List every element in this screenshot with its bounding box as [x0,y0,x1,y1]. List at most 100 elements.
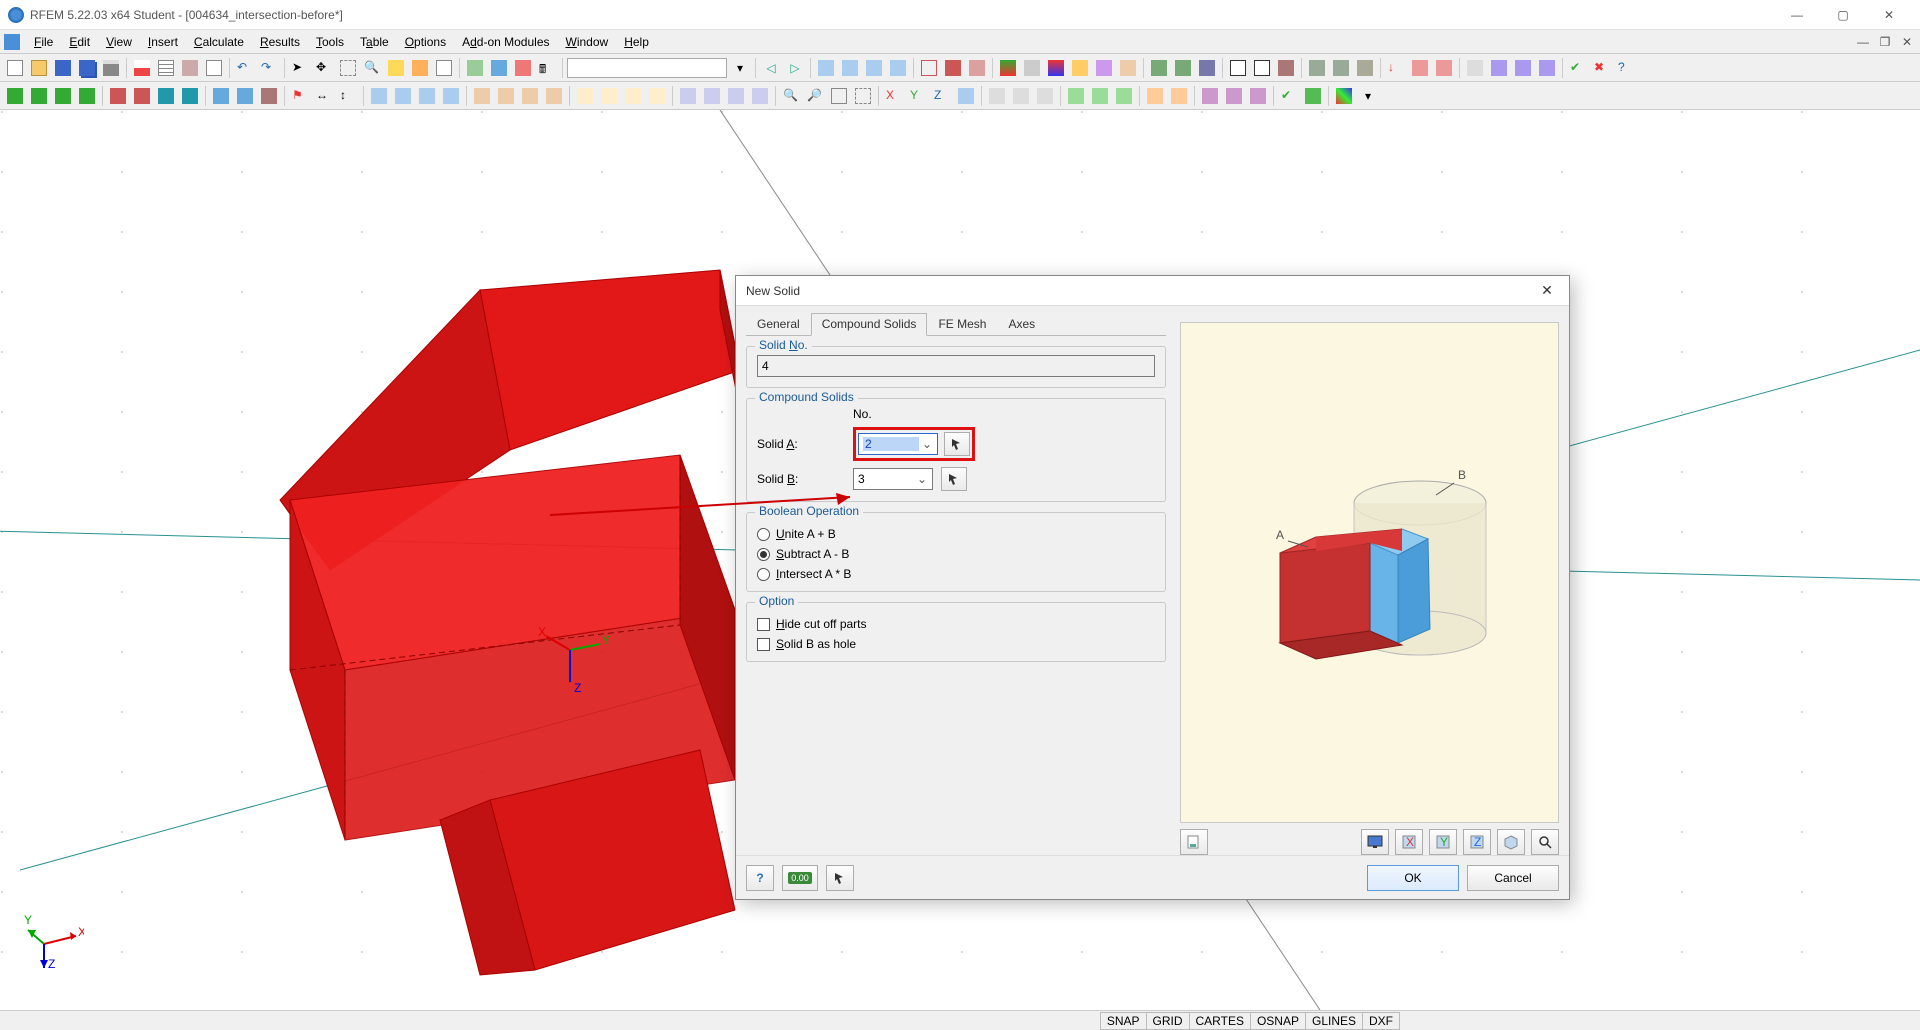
shell-icon[interactable] [234,85,256,107]
radio-intersect[interactable] [757,568,770,581]
lines-icon[interactable] [1251,57,1273,79]
check-hole[interactable] [757,638,770,651]
view4-icon[interactable] [646,85,668,107]
set-create-icon[interactable] [210,85,232,107]
menu-insert[interactable]: Insert [140,33,186,51]
results-on-icon[interactable] [997,57,1019,79]
chevron-down-icon[interactable]: ⌄ [914,472,930,486]
solid-a-pick-button[interactable] [944,432,970,456]
move-icon[interactable]: ✥ [313,57,335,79]
nodal-sup-icon[interactable] [1306,57,1328,79]
save-icon[interactable] [52,57,74,79]
radio-intersect-row[interactable]: Intersect A * B [757,567,1155,581]
dialog-close-icon[interactable]: ✕ [1535,279,1559,303]
preview-vy-button[interactable]: Y [1429,829,1457,855]
scale-icon[interactable] [1536,57,1558,79]
mdi-restore[interactable]: ❐ [1876,35,1894,49]
line-load-icon[interactable] [1409,57,1431,79]
more-icon[interactable]: ▾ [1357,85,1379,107]
surface-create-icon[interactable] [131,85,153,107]
preview-zoom-button[interactable] [1531,829,1559,855]
close-button[interactable]: ✕ [1866,0,1912,30]
status-cartes[interactable]: CARTES [1189,1012,1251,1030]
members-icon[interactable] [1275,57,1297,79]
arc-create-icon[interactable] [52,85,74,107]
opt3-icon[interactable] [1034,85,1056,107]
opt2-icon[interactable] [1010,85,1032,107]
menu-file[interactable]: File [26,33,61,51]
values-icon[interactable] [1069,57,1091,79]
radio-unite[interactable] [757,528,770,541]
view-iso-icon[interactable] [815,57,837,79]
hinge-icon[interactable] [1354,57,1376,79]
mdi-doc-icon[interactable] [4,34,20,50]
save-all-icon[interactable] [76,57,98,79]
chevron-down-icon[interactable]: ⌄ [919,437,935,451]
legend-icon[interactable] [1045,57,1067,79]
results-off-icon[interactable] [1021,57,1043,79]
menu-edit[interactable]: Edit [61,33,98,51]
area-load-icon[interactable] [1433,57,1455,79]
solid-icon[interactable] [488,57,510,79]
view3-icon[interactable] [622,85,644,107]
undo-icon[interactable]: ↶ [234,57,256,79]
viewz-icon[interactable]: Z [931,85,953,107]
menu-calculate[interactable]: Calculate [186,33,252,51]
solid-a-combo[interactable]: 2 ⌄ [858,433,938,455]
loads-icon[interactable] [1148,57,1170,79]
tab-compound-solids[interactable]: Compound Solids [811,313,928,336]
mesh1-icon[interactable] [1065,85,1087,107]
mdi-close[interactable]: ✕ [1898,35,1916,49]
dialog-titlebar[interactable]: New Solid ✕ [736,276,1569,306]
opening-create-icon[interactable] [179,85,201,107]
pic1-icon[interactable] [368,85,390,107]
snap1-icon[interactable] [471,85,493,107]
report-icon[interactable] [433,57,455,79]
poly-create-icon[interactable] [76,85,98,107]
sections-icon[interactable] [1117,57,1139,79]
solid-b-pick-button[interactable] [941,467,967,491]
status-dxf[interactable]: DXF [1362,1012,1400,1030]
check-hole-row[interactable]: Solid B as hole [757,637,1155,651]
preview-vz-button[interactable]: Z [1463,829,1491,855]
menu-results[interactable]: Results [252,33,308,51]
status-osnap[interactable]: OSNAP [1250,1012,1306,1030]
maximize-button[interactable]: ▢ [1820,0,1866,30]
check-hide-row[interactable]: Hide cut off parts [757,617,1155,631]
chk1-icon[interactable]: ✔ [1278,85,1300,107]
units-button[interactable]: 0.00 [782,865,818,891]
ext2-icon[interactable] [1223,85,1245,107]
nodal-load-icon[interactable]: ↓ [1385,57,1407,79]
select-icon[interactable] [337,57,359,79]
menu-addon-modules[interactable]: Add-on Modules [454,33,557,51]
nodes-icon[interactable] [1227,57,1249,79]
minimize-button[interactable]: — [1774,0,1820,30]
node-create-icon[interactable] [4,85,26,107]
preview-display-button[interactable] [1361,829,1389,855]
preview-vx-button[interactable]: X [1395,829,1423,855]
radio-subtract-row[interactable]: Subtract A - B [757,547,1155,561]
pick-button[interactable] [826,865,854,891]
design-icon[interactable] [1093,57,1115,79]
render-solid-icon[interactable] [942,57,964,79]
ext3-icon[interactable] [1247,85,1269,107]
loadcase-combo[interactable] [567,58,727,78]
line-create-icon[interactable] [28,85,50,107]
ok-button[interactable]: OK [1367,865,1459,891]
view1-icon[interactable] [574,85,596,107]
dim-icon[interactable]: ↔ [313,85,335,107]
rotate-icon[interactable] [1512,57,1534,79]
menu-help[interactable]: Help [616,33,657,51]
solid-create-icon[interactable] [155,85,177,107]
radio-unite-row[interactable]: Unite A + B [757,527,1155,541]
dim2-icon[interactable]: ↕ [337,85,359,107]
mdi-minimize[interactable]: — [1854,35,1872,49]
snap4-icon[interactable] [543,85,565,107]
mirror-icon[interactable] [1488,57,1510,79]
model-data-icon[interactable] [464,57,486,79]
menu-view[interactable]: View [98,33,140,51]
grid-icon[interactable] [155,57,177,79]
solid-no-field[interactable] [757,355,1155,377]
next-icon[interactable]: ▷ [784,57,806,79]
zoom-fit-icon[interactable] [828,85,850,107]
